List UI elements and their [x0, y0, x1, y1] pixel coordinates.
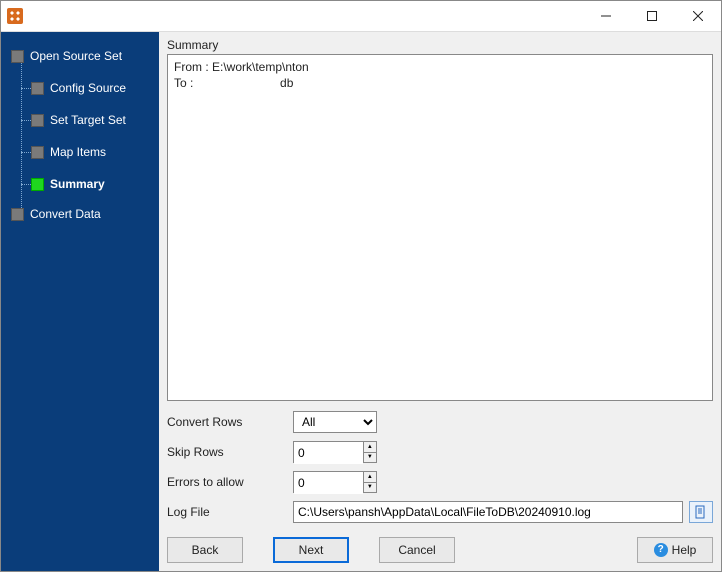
- help-button[interactable]: ? Help: [637, 537, 713, 563]
- sidebar-item-label: Config Source: [50, 81, 126, 95]
- window-controls: [583, 1, 721, 31]
- spinner-up-icon[interactable]: ▲: [364, 472, 376, 483]
- document-icon: [694, 505, 708, 519]
- close-button[interactable]: [675, 1, 721, 31]
- next-button[interactable]: Next: [273, 537, 349, 563]
- errors-to-allow-input[interactable]: [294, 472, 363, 494]
- sidebar-item-set-target-set[interactable]: Set Target Set: [31, 108, 159, 132]
- main-panel: Summary From : E:\work\temp\nton To : db…: [159, 32, 721, 571]
- sidebar-item-map-items[interactable]: Map Items: [31, 140, 159, 164]
- step-box-icon: [31, 82, 44, 95]
- back-button[interactable]: Back: [167, 537, 243, 563]
- sidebar-item-label: Open Source Set: [30, 49, 122, 63]
- sidebar-item-label: Convert Data: [30, 207, 101, 221]
- spinner-down-icon[interactable]: ▼: [364, 483, 376, 493]
- minimize-button[interactable]: [583, 1, 629, 31]
- step-box-icon: [11, 208, 24, 221]
- convert-rows-select[interactable]: All: [293, 411, 377, 433]
- wizard-button-row: Back Next Cancel ? Help: [167, 537, 713, 563]
- step-box-icon: [31, 146, 44, 159]
- close-icon: [693, 11, 703, 21]
- help-icon: ?: [654, 543, 668, 557]
- convert-rows-label: Convert Rows: [167, 415, 293, 429]
- skip-rows-input[interactable]: [294, 442, 363, 464]
- sidebar-item-open-source-set[interactable]: Open Source Set: [11, 44, 159, 68]
- tree-connector: [21, 56, 22, 216]
- cancel-button-label: Cancel: [398, 543, 435, 557]
- maximize-icon: [647, 11, 657, 21]
- summary-heading: Summary: [167, 38, 713, 52]
- sidebar-item-label: Set Target Set: [50, 113, 126, 127]
- app-icon: [7, 8, 23, 24]
- spinner-up-icon[interactable]: ▲: [364, 442, 376, 453]
- errors-to-allow-spinner[interactable]: ▲ ▼: [293, 471, 377, 493]
- step-box-icon: [31, 178, 44, 191]
- errors-to-allow-label: Errors to allow: [167, 475, 293, 489]
- options-form: Convert Rows All Skip Rows ▲ ▼: [167, 411, 713, 523]
- maximize-button[interactable]: [629, 1, 675, 31]
- spinner-down-icon[interactable]: ▼: [364, 453, 376, 463]
- back-button-label: Back: [192, 543, 219, 557]
- sidebar-item-summary[interactable]: Summary: [31, 172, 159, 196]
- wizard-sidebar: Open Source Set Config Source Set Target…: [1, 32, 159, 571]
- step-box-icon: [31, 114, 44, 127]
- skip-rows-spinner[interactable]: ▲ ▼: [293, 441, 377, 463]
- summary-textarea[interactable]: From : E:\work\temp\nton To : db: [167, 54, 713, 401]
- sidebar-item-convert-data[interactable]: Convert Data: [11, 202, 159, 226]
- sidebar-item-label: Map Items: [50, 145, 106, 159]
- title-bar: [1, 1, 721, 31]
- client-area: Open Source Set Config Source Set Target…: [1, 31, 721, 571]
- sidebar-item-config-source[interactable]: Config Source: [31, 76, 159, 100]
- cancel-button[interactable]: Cancel: [379, 537, 455, 563]
- minimize-icon: [601, 11, 611, 21]
- log-file-input[interactable]: [293, 501, 683, 523]
- help-button-label: Help: [672, 543, 697, 557]
- skip-rows-label: Skip Rows: [167, 445, 293, 459]
- step-box-icon: [11, 50, 24, 63]
- log-file-label: Log File: [167, 505, 293, 519]
- sidebar-item-label: Summary: [50, 177, 105, 191]
- app-window: Open Source Set Config Source Set Target…: [0, 0, 722, 572]
- browse-log-button[interactable]: [689, 501, 713, 523]
- next-button-label: Next: [299, 543, 324, 557]
